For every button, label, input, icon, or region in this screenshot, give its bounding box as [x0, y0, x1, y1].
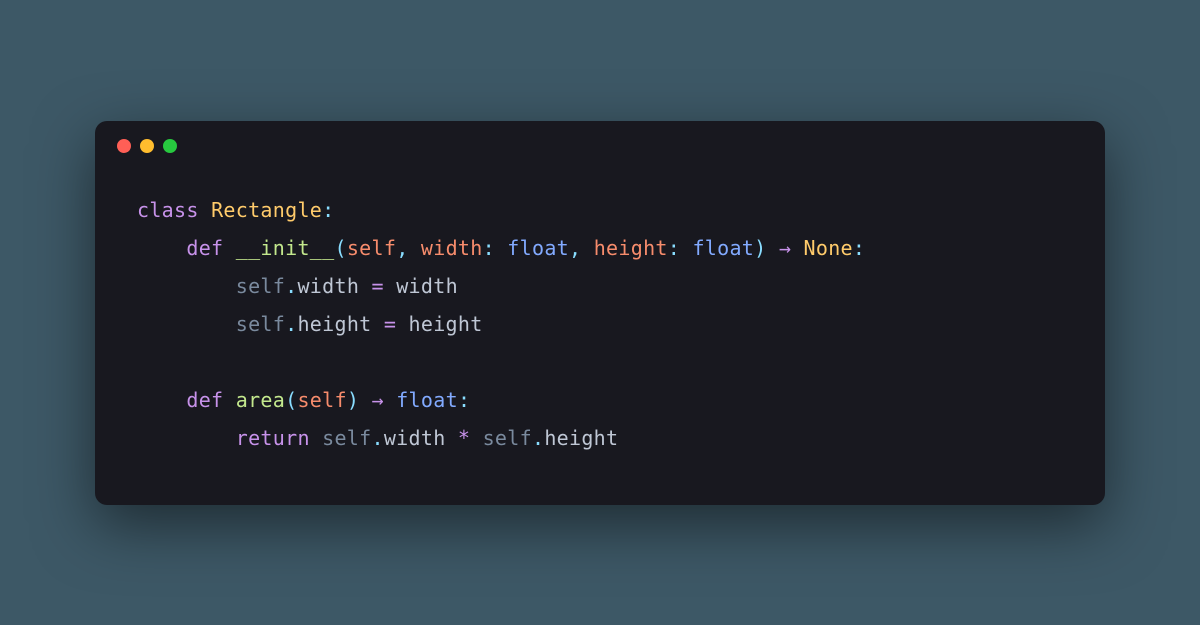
property-height: height [544, 426, 618, 450]
property-width: width [297, 274, 359, 298]
close-icon[interactable] [117, 139, 131, 153]
code-line: def area(self) → float: [137, 381, 1063, 419]
multiply-operator: * [446, 426, 483, 450]
type-none: None [804, 236, 853, 260]
code-window: class Rectangle: def __init__(self, widt… [95, 121, 1105, 505]
type-float: float [692, 236, 754, 260]
zoom-icon[interactable] [163, 139, 177, 153]
code-line: class Rectangle: [137, 191, 1063, 229]
keyword-def: def [186, 236, 223, 260]
minimize-icon[interactable] [140, 139, 154, 153]
function-name: __init__ [236, 236, 335, 260]
class-name: Rectangle [211, 198, 322, 222]
type-float: float [507, 236, 569, 260]
property-width: width [384, 426, 446, 450]
code-area: class Rectangle: def __init__(self, widt… [95, 153, 1105, 505]
code-line: self.height = height [137, 305, 1063, 343]
code-line: return self.width * self.height [137, 419, 1063, 457]
arrow-operator: → [767, 236, 804, 260]
type-float: float [396, 388, 458, 412]
self-ref: self [322, 426, 371, 450]
arrow-operator: → [359, 388, 396, 412]
self-ref: self [236, 312, 285, 336]
code-line: self.width = width [137, 267, 1063, 305]
self-ref: self [236, 274, 285, 298]
code-line: def __init__(self, width: float, height:… [137, 229, 1063, 267]
param-self: self [297, 388, 346, 412]
param-width: width [421, 236, 483, 260]
property-height: height [297, 312, 371, 336]
function-name: area [236, 388, 285, 412]
blank-line [137, 343, 1063, 381]
title-bar [95, 121, 1105, 153]
keyword-return: return [236, 426, 310, 450]
self-ref: self [483, 426, 532, 450]
param-height: height [594, 236, 668, 260]
keyword-def: def [186, 388, 223, 412]
colon: : [322, 198, 334, 222]
param-self: self [347, 236, 396, 260]
keyword-class: class [137, 198, 199, 222]
